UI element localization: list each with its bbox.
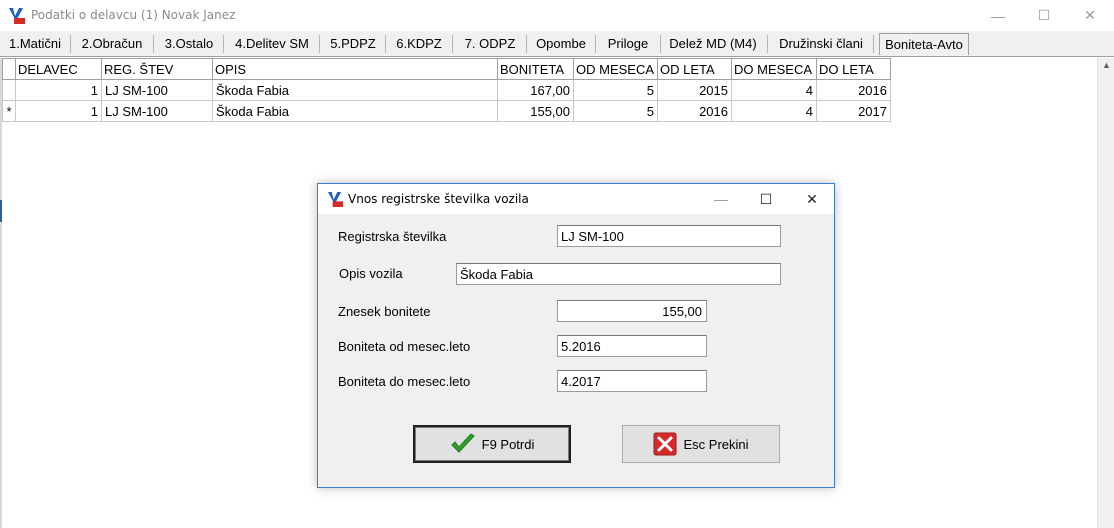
col-reg-stev[interactable]: REG. ŠTEV — [101, 58, 213, 80]
tab-maticni[interactable]: 1.Matični — [6, 33, 64, 55]
tab-separator — [319, 35, 320, 53]
cell-reg-stev[interactable]: LJ SM-100 — [101, 79, 213, 101]
tab-bar: 1.Matični 2.Obračun 3.Ostalo 4.Delitev S… — [0, 31, 1114, 57]
potrdi-label: F9 Potrdi — [481, 436, 535, 452]
tab-odpz[interactable]: 7. ODPZ — [460, 33, 520, 55]
close-icon: ✕ — [806, 190, 818, 207]
tab-separator — [660, 35, 661, 53]
row-indicator-header — [2, 58, 16, 80]
tab-separator — [70, 35, 71, 53]
tab-separator — [452, 35, 453, 53]
boniteta-od-input[interactable] — [557, 335, 707, 357]
dialog-minimize-button[interactable]: — — [701, 184, 741, 214]
tab-separator — [526, 35, 527, 53]
maximize-button[interactable]: ☐ — [1021, 0, 1067, 31]
row-indicator — [2, 79, 16, 101]
tab-pdpz[interactable]: 5.PDPZ — [327, 33, 379, 55]
cell-delavec[interactable]: 1 — [15, 79, 102, 101]
tab-opombe[interactable]: Opombe — [533, 33, 589, 55]
red-x-icon — [653, 432, 677, 456]
prekini-label: Esc Prekini — [683, 436, 749, 452]
tab-boniteta-avto[interactable]: Boniteta-Avto — [879, 33, 969, 55]
cell-opis[interactable]: Škoda Fabia — [212, 100, 498, 122]
boniteta-do-input[interactable] — [557, 370, 707, 392]
tab-priloge[interactable]: Priloge — [603, 33, 653, 55]
cell-od-meseca[interactable]: 5 — [573, 100, 658, 122]
od-label: Boniteta od mesec.leto — [338, 339, 471, 354]
cell-reg-stev[interactable]: LJ SM-100 — [101, 100, 213, 122]
maximize-icon: ☐ — [759, 190, 773, 207]
dialog-close-button[interactable]: ✕ — [792, 184, 832, 214]
cell-do-leta[interactable]: 2017 — [816, 100, 891, 122]
col-delavec[interactable]: DELAVEC — [15, 58, 102, 80]
bonitete-grid: DELAVEC REG. ŠTEV OPIS BONITETA OD MESEC… — [2, 58, 891, 122]
window-title: Podatki o delavcu (1) Novak Janez — [31, 8, 236, 22]
table-row[interactable]: * 1 LJ SM-100 Škoda Fabia 155,00 5 2016 … — [2, 100, 891, 122]
window-edge-marker — [0, 200, 2, 222]
opis-vozila-input[interactable] — [456, 263, 781, 285]
col-opis[interactable]: OPIS — [212, 58, 498, 80]
tab-obracun[interactable]: 2.Obračun — [79, 33, 145, 55]
vnos-vozila-dialog: Vnos registrske številka vozila — ☐ ✕ Re… — [317, 183, 835, 488]
cell-boniteta[interactable]: 167,00 — [497, 79, 574, 101]
close-button[interactable]: ✕ — [1067, 0, 1113, 31]
dialog-titlebar: Vnos registrske številka vozila — ☐ ✕ — [318, 184, 834, 214]
col-od-leta[interactable]: OD LETA — [657, 58, 732, 80]
tab-separator — [223, 35, 224, 53]
table-row[interactable]: 1 LJ SM-100 Škoda Fabia 167,00 5 2015 4 … — [2, 79, 891, 101]
col-boniteta[interactable]: BONITETA — [497, 58, 574, 80]
znesek-label: Znesek bonitete — [338, 304, 431, 319]
app-logo-icon — [327, 191, 344, 207]
znesek-bonitete-input[interactable] — [557, 300, 707, 322]
grid-header-row: DELAVEC REG. ŠTEV OPIS BONITETA OD MESEC… — [2, 58, 891, 80]
dialog-maximize-button[interactable]: ☐ — [746, 184, 786, 214]
row-indicator: * — [2, 100, 16, 122]
reg-label: Registrska številka — [338, 229, 447, 244]
tab-separator — [595, 35, 596, 53]
cell-boniteta[interactable]: 155,00 — [497, 100, 574, 122]
opis-label: Opis vozila — [339, 266, 403, 281]
minimize-icon: — — [991, 7, 1005, 24]
close-icon: ✕ — [1084, 7, 1096, 23]
tab-druzinski-clani[interactable]: Družinski člani — [775, 33, 867, 55]
left-border — [0, 58, 2, 528]
checkmark-icon — [450, 433, 475, 453]
vertical-scrollbar[interactable]: ▲ — [1097, 58, 1114, 528]
tab-kdpz[interactable]: 6.KDPZ — [393, 33, 445, 55]
do-label: Boniteta do mesec.leto — [338, 374, 471, 389]
cell-opis[interactable]: Škoda Fabia — [212, 79, 498, 101]
tab-delez-md[interactable]: Delež MD (M4) — [666, 33, 760, 55]
col-od-meseca[interactable]: OD MESECA — [573, 58, 658, 80]
cell-od-leta[interactable]: 2016 — [657, 100, 732, 122]
cell-od-leta[interactable]: 2015 — [657, 79, 732, 101]
minimize-button[interactable]: — — [975, 0, 1021, 31]
cell-od-meseca[interactable]: 5 — [573, 79, 658, 101]
cell-delavec[interactable]: 1 — [15, 100, 102, 122]
minimize-icon: — — [714, 191, 728, 207]
col-do-meseca[interactable]: DO MESECA — [731, 58, 817, 80]
maximize-icon: ☐ — [1037, 7, 1051, 23]
app-logo-icon — [9, 8, 25, 24]
cell-do-meseca[interactable]: 4 — [731, 100, 817, 122]
tab-separator — [873, 35, 874, 53]
reg-stevilka-input[interactable] — [557, 225, 781, 247]
cell-do-leta[interactable]: 2016 — [816, 79, 891, 101]
dialog-title: Vnos registrske številka vozila — [348, 192, 529, 206]
tab-separator — [767, 35, 768, 53]
col-do-leta[interactable]: DO LETA — [816, 58, 891, 80]
tab-separator — [385, 35, 386, 53]
prekini-button[interactable]: Esc Prekini — [622, 425, 780, 463]
tab-ostalo[interactable]: 3.Ostalo — [161, 33, 217, 55]
window-titlebar: Podatki o delavcu (1) Novak Janez — ☐ ✕ — [0, 0, 1114, 31]
tab-separator — [153, 35, 154, 53]
scroll-up-arrow-icon[interactable]: ▲ — [1102, 60, 1111, 70]
potrdi-button[interactable]: F9 Potrdi — [413, 425, 571, 463]
cell-do-meseca[interactable]: 4 — [731, 79, 817, 101]
tab-delitev-sm[interactable]: 4.Delitev SM — [232, 33, 312, 55]
